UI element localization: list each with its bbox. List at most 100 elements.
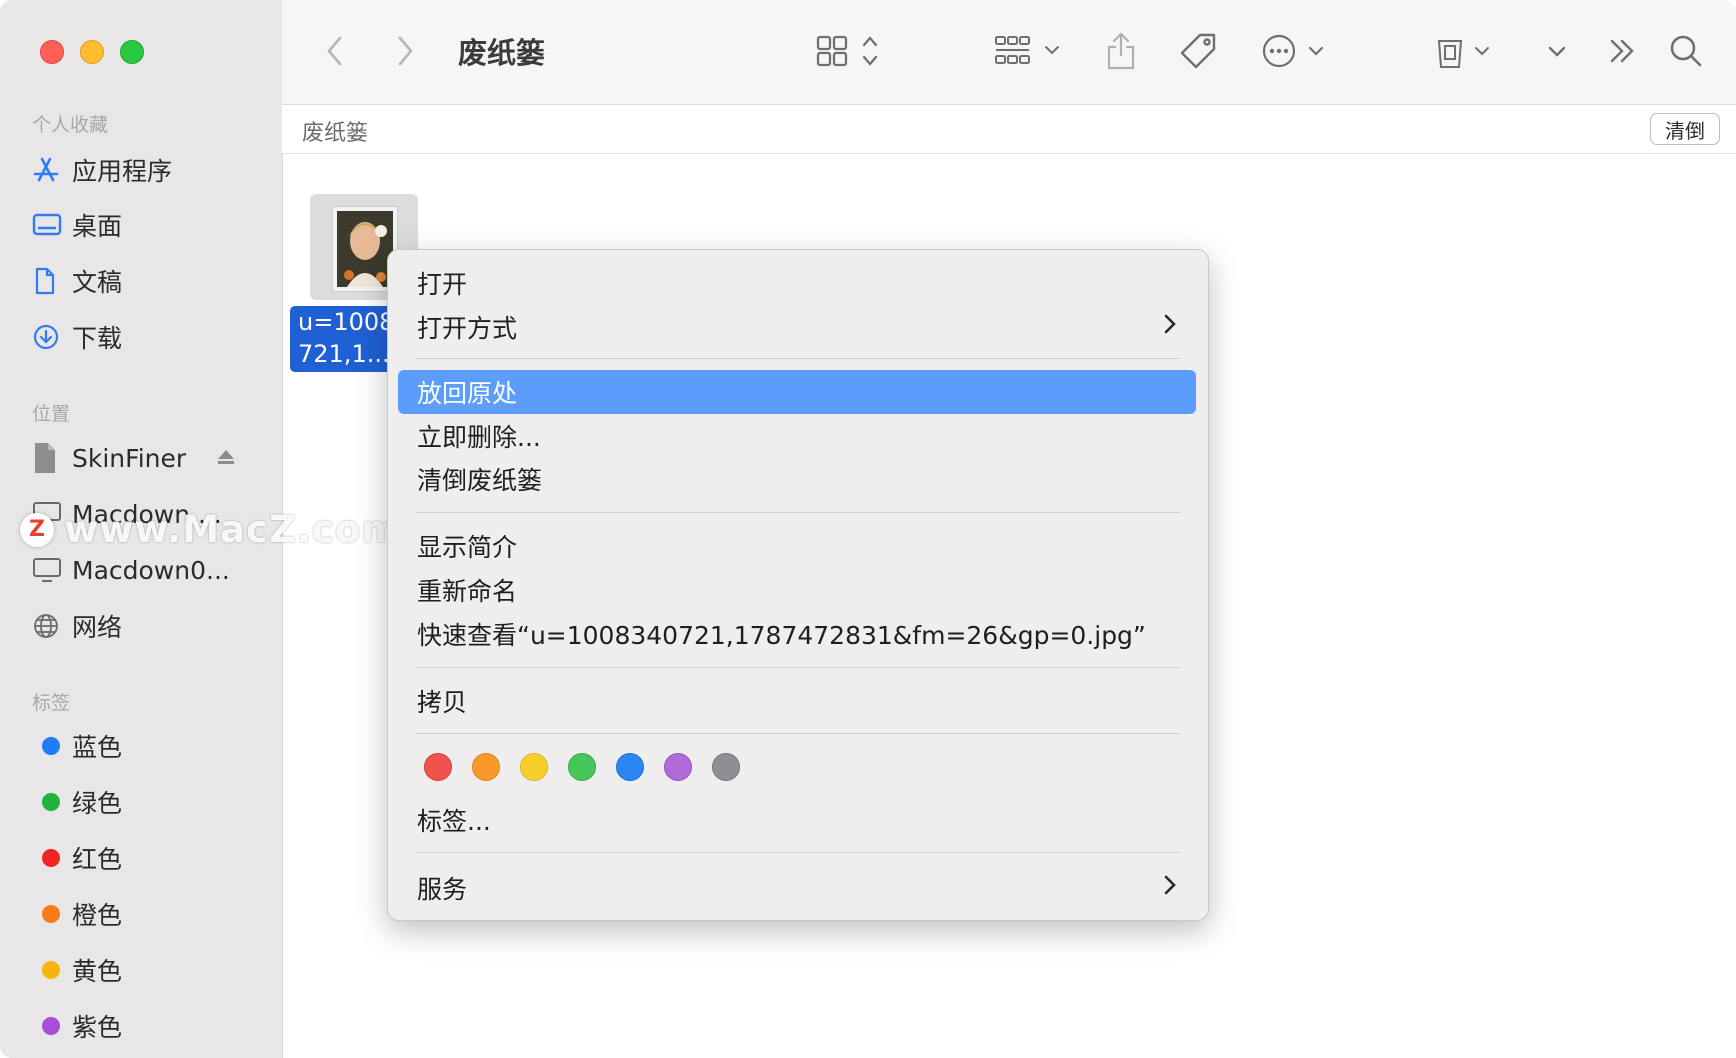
more-toolbar-items-button[interactable] — [1606, 30, 1640, 72]
file-name-label[interactable]: u=1008 721,1...0 — [290, 306, 396, 372]
menu-item-rename[interactable]: 重新命名 — [417, 569, 517, 611]
sidebar-tag-yellow[interactable]: 黄色 — [32, 948, 272, 992]
empty-trash-button[interactable]: 清倒 — [1650, 113, 1720, 145]
group-button[interactable] — [992, 30, 1068, 72]
purple-tag-button[interactable] — [664, 753, 692, 781]
menu-item-empty-trash[interactable]: 清倒废纸篓 — [417, 458, 542, 500]
chevron-right-icon — [398, 36, 413, 66]
window-controls — [40, 40, 144, 64]
sidebar-item-network[interactable]: 网络 — [32, 604, 272, 648]
tag-color-row — [424, 753, 740, 781]
menu-highlight — [398, 370, 1196, 414]
zoom-button[interactable] — [120, 40, 144, 64]
red-tag-dot — [42, 849, 60, 867]
tag-button[interactable] — [1178, 30, 1220, 72]
eject-icon[interactable] — [216, 448, 236, 470]
menu-item-put-back[interactable]: 放回原处 — [417, 371, 517, 413]
sidebar-item-label: Macdown0... — [72, 555, 230, 585]
more-icon — [1262, 34, 1324, 68]
desktop-icon — [32, 209, 72, 241]
tag-icon — [1180, 33, 1216, 69]
window-title: 废纸篓 — [458, 36, 546, 70]
finder-window: 个人收藏 应用程序 桌面 文稿 下载 位置 SkinFiner Macdown … — [0, 0, 1736, 1058]
menu-item-label: 打开方式 — [417, 314, 518, 343]
orange-tag-dot — [42, 905, 60, 923]
chevron-right-icon — [1162, 873, 1178, 904]
sidebar-item-macdown-2[interactable]: Macdown0... — [32, 548, 272, 592]
yellow-tag-dot — [42, 961, 60, 979]
display-icon — [32, 554, 72, 586]
sidebar-tag-blue[interactable]: 蓝色 — [32, 724, 272, 768]
double-chevron-right-icon — [1610, 39, 1634, 63]
sidebar-item-desktop[interactable]: 桌面 — [32, 203, 272, 247]
grid-view-icon — [816, 35, 878, 67]
network-icon — [32, 610, 72, 642]
menu-separator — [416, 852, 1180, 853]
action-menu-button[interactable] — [1260, 30, 1332, 72]
favorites-section-title: 个人收藏 — [32, 114, 109, 136]
view-mode-button[interactable] — [814, 30, 884, 72]
chevron-left-icon — [327, 36, 342, 66]
sidebar-item-applications[interactable]: 应用程序 — [32, 148, 272, 192]
green-tag-button[interactable] — [568, 753, 596, 781]
gray-tag-button[interactable] — [712, 753, 740, 781]
menu-item-quick-look[interactable]: 快速查看“u=1008340721,1787472831&fm=26&gp=0.… — [417, 613, 1146, 655]
dropdown-button[interactable] — [1544, 30, 1570, 72]
chevron-down-icon — [1548, 46, 1566, 57]
sidebar-item-label: 文稿 — [72, 268, 123, 297]
file-name-line: u=1008 — [298, 308, 388, 336]
menu-separator — [416, 358, 1180, 359]
sidebar-item-label: 紫色 — [72, 1013, 123, 1042]
sidebar-item-documents[interactable]: 文稿 — [32, 259, 272, 303]
orange-tag-button[interactable] — [472, 753, 500, 781]
sidebar-item-label: 橙色 — [72, 901, 123, 930]
minimize-button[interactable] — [80, 40, 104, 64]
sidebar-item-label: 下载 — [72, 324, 123, 353]
menu-item-services[interactable]: 服务 — [417, 867, 467, 909]
shortcut-button[interactable] — [1434, 30, 1494, 72]
red-tag-button[interactable] — [424, 753, 452, 781]
watermark: Z www.MacZ.com — [20, 508, 401, 551]
file-icon — [32, 442, 72, 474]
download-icon — [32, 321, 72, 353]
sidebar-item-label: 蓝色 — [72, 733, 123, 762]
menu-item-open[interactable]: 打开 — [417, 262, 467, 304]
back-button[interactable] — [324, 30, 346, 72]
menu-separator — [416, 733, 1180, 734]
purple-tag-dot — [42, 1017, 60, 1035]
group-icon — [995, 36, 1059, 64]
sidebar-item-label: 黄色 — [72, 957, 123, 986]
menu-item-tags[interactable]: 标签... — [417, 799, 491, 841]
path-bar: 废纸篓 清倒 — [282, 105, 1736, 154]
forward-button[interactable] — [394, 30, 416, 72]
watermark-logo: Z — [20, 512, 54, 547]
menu-item-open-with[interactable]: 打开方式 — [417, 306, 1179, 348]
app-store-icon — [32, 154, 72, 186]
sidebar-item-label: 应用程序 — [72, 157, 173, 186]
yellow-tag-button[interactable] — [520, 753, 548, 781]
menu-separator — [416, 512, 1180, 513]
menu-item-get-info[interactable]: 显示简介 — [417, 525, 517, 567]
context-menu: 打开 打开方式 放回原处 立即删除... 清倒废纸篓 显示简介 重新命名 快速查… — [387, 249, 1209, 921]
share-button[interactable] — [1104, 30, 1138, 72]
sidebar-tag-red[interactable]: 红色 — [32, 836, 272, 880]
sidebar-item-skinfiner[interactable]: SkinFiner — [32, 436, 272, 480]
search-button[interactable] — [1666, 30, 1706, 72]
sidebar-item-downloads[interactable]: 下载 — [32, 315, 272, 359]
path-label: 废纸篓 — [302, 121, 369, 146]
portrait-image — [337, 211, 393, 287]
blue-tag-button[interactable] — [616, 753, 644, 781]
sidebar-item-label: SkinFiner — [72, 443, 187, 473]
document-icon — [32, 265, 72, 297]
file-name-line: 721,1...0 — [298, 340, 388, 368]
search-icon — [1670, 35, 1702, 67]
menu-item-copy[interactable]: 拷贝 — [417, 680, 467, 722]
sidebar-tag-purple[interactable]: 紫色 — [32, 1004, 272, 1048]
sidebar-tag-green[interactable]: 绿色 — [32, 780, 272, 824]
tags-section-title: 标签 — [32, 692, 71, 714]
blue-tag-dot — [42, 737, 60, 755]
close-button[interactable] — [40, 40, 64, 64]
menu-item-delete-immediately[interactable]: 立即删除... — [417, 415, 541, 457]
sidebar-item-label: 绿色 — [72, 789, 123, 818]
sidebar-tag-orange[interactable]: 橙色 — [32, 892, 272, 936]
